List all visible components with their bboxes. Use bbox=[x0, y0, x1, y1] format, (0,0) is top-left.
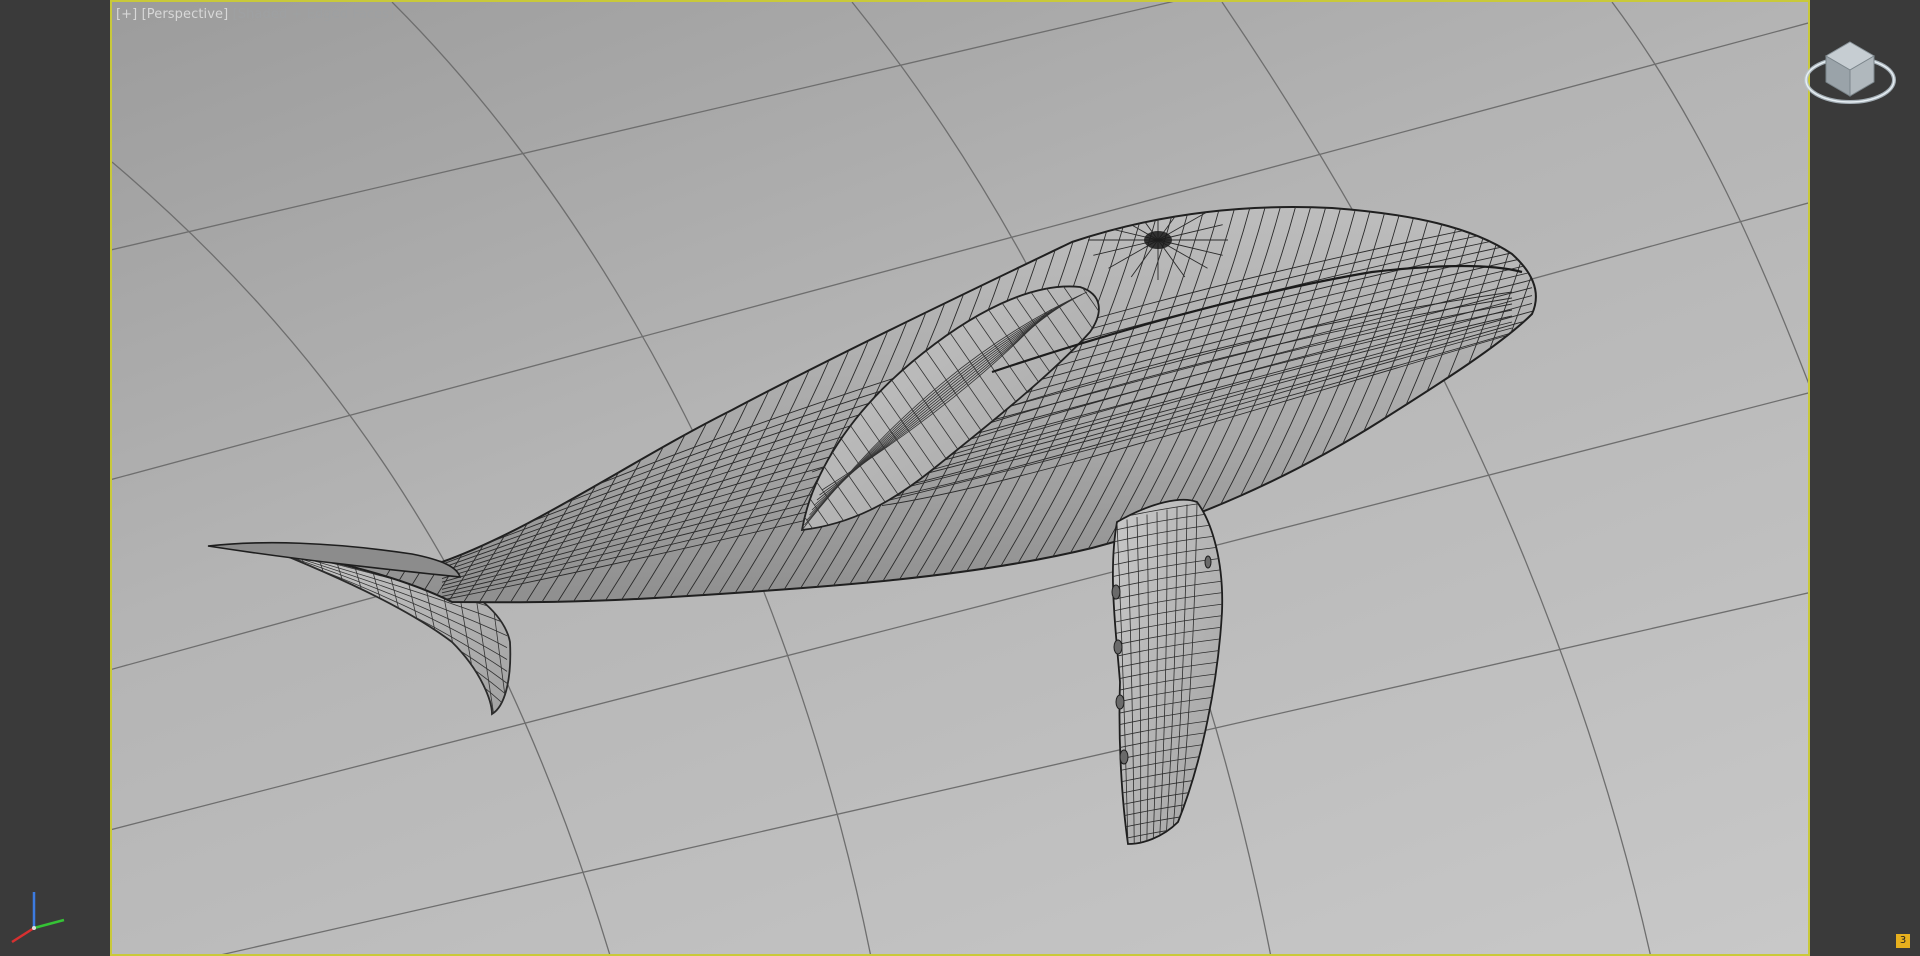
scene-canvas[interactable] bbox=[112, 2, 1810, 956]
viewport-label: [+] [Perspective] [Shaded + Edged Faces] bbox=[116, 7, 394, 22]
viewport-menu-plus[interactable]: [+] bbox=[116, 7, 137, 22]
viewcube-icon[interactable] bbox=[1800, 34, 1900, 114]
viewport-point-of-view-menu[interactable]: [Perspective] bbox=[142, 7, 229, 22]
mesh-edge bbox=[1112, 832, 1223, 844]
perspective-viewport[interactable]: [+] [Perspective] [Shaded + Edged Faces] bbox=[110, 0, 1810, 956]
axis-tripod-icon bbox=[11, 892, 65, 944]
whale-blowhole bbox=[1144, 231, 1172, 249]
mesh-edge bbox=[1421, 207, 1536, 603]
left-panel bbox=[0, 0, 110, 956]
whale-pectoral-fin-lower[interactable] bbox=[1112, 498, 1224, 845]
right-panel bbox=[1810, 0, 1920, 956]
mesh-edge bbox=[1437, 207, 1536, 603]
corner-badge[interactable]: 3 bbox=[1896, 934, 1910, 948]
viewport-shading-menu[interactable]: [Shaded + Edged Faces] bbox=[233, 7, 395, 22]
